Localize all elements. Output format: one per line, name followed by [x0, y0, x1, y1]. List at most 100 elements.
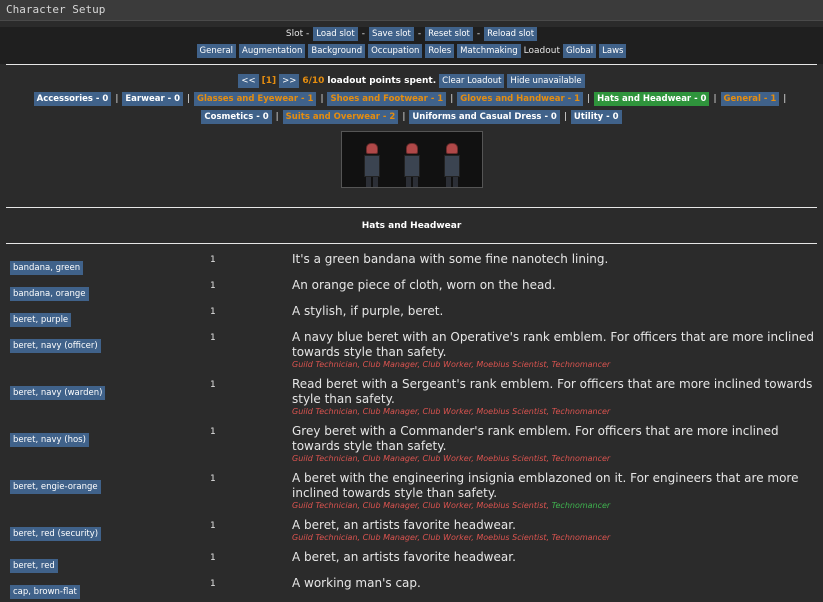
table-row: bandana, green 1 It's a green bandana with… — [10, 252, 822, 278]
item-toggle-button[interactable]: beret, navy (officer) — [10, 339, 101, 353]
table-row: bandana, orange 1 An orange piece of cloth… — [10, 278, 822, 304]
table-row: beret, purple 1 A stylish, if purple, bere… — [10, 304, 822, 330]
item-cost: 1 — [210, 307, 216, 317]
category-bar-2: Cosmetics - 0 | Suits and Overwear - 2 |… — [0, 110, 823, 124]
item-toggle-button[interactable]: beret, red — [10, 559, 58, 573]
tab-augmentation[interactable]: Augmentation — [239, 44, 306, 58]
item-toggle-button[interactable]: beret, navy (hos) — [10, 433, 89, 447]
table-row: beret, navy (warden) 1 Read beret with a S… — [10, 377, 822, 424]
role-tag: Technomancer — [551, 454, 611, 463]
item-toggle-button[interactable]: beret, purple — [10, 313, 72, 327]
table-row: beret, red 1 A beret, an artists favorite … — [10, 550, 822, 576]
character-sprite-front — [358, 143, 386, 187]
item-description: A beret, an artists favorite headwear. — [292, 550, 516, 564]
item-description: A working man's cap. — [292, 576, 421, 590]
item-description-cell: A beret, an artists favorite headwear. — [292, 550, 822, 576]
item-toggle-button[interactable]: beret, red (security) — [10, 527, 102, 541]
category-cosmetics[interactable]: Cosmetics - 0 — [201, 110, 272, 124]
item-role-restrictions: Guild Technician, Club Manager, Club Wor… — [292, 407, 611, 416]
role-tag: Guild Technician — [292, 360, 358, 369]
category-hats[interactable]: Hats and Headwear - 0 — [594, 92, 710, 106]
setup-tabs: General Augmentation Background Occupati… — [0, 44, 823, 58]
role-tag: Guild Technician — [292, 501, 358, 510]
role-tag: Club Manager — [362, 454, 418, 463]
role-tag: Club Worker — [422, 533, 472, 542]
tab-background[interactable]: Background — [308, 44, 366, 58]
tab-roles[interactable]: Roles — [425, 44, 455, 58]
category-general[interactable]: General - 1 — [720, 92, 780, 106]
role-tag: Club Worker — [422, 501, 472, 510]
item-toggle-button[interactable]: bandana, orange — [10, 287, 89, 301]
tab-occupation[interactable]: Occupation — [368, 44, 423, 58]
item-cost: 1 — [210, 380, 216, 390]
section-divider — [6, 243, 817, 244]
item-role-restrictions: Guild Technician, Club Manager, Club Wor… — [292, 454, 611, 463]
tab-global[interactable]: Global — [563, 44, 597, 58]
role-tag: Technomancer — [551, 407, 611, 416]
role-tag: Club Manager — [362, 360, 418, 369]
role-tag: Moebius Scientist — [476, 454, 547, 463]
item-toggle-button[interactable]: beret, navy (warden) — [10, 386, 106, 400]
item-description-cell: Read beret with a Sergeant's rank emblem… — [292, 377, 822, 424]
item-description-cell: A stylish, if purple, beret. — [292, 304, 822, 330]
item-description: A stylish, if purple, beret. — [292, 304, 444, 318]
category-accessories[interactable]: Accessories - 0 — [33, 92, 112, 106]
role-tag: Technomancer — [551, 533, 611, 542]
category-earwear[interactable]: Earwear - 0 — [122, 92, 183, 106]
tab-laws[interactable]: Laws — [599, 44, 627, 58]
table-row: beret, engie-orange 1 A beret with the eng… — [10, 471, 822, 518]
item-cost: 1 — [210, 521, 216, 531]
item-cost: 1 — [210, 333, 216, 343]
prev-page-button[interactable]: << — [238, 74, 259, 88]
category-shoes[interactable]: Shoes and Footwear - 1 — [327, 92, 447, 106]
section-title: Hats and Headwear — [361, 221, 462, 231]
item-description: Grey beret with a Commander's rank emble… — [292, 424, 779, 453]
character-sprite-side — [398, 143, 426, 187]
reset-slot-button[interactable]: Reset slot — [425, 27, 473, 41]
character-setup-panel: Slot - Load slot - Save slot - Reset slo… — [0, 27, 823, 64]
category-glasses[interactable]: Glasses and Eyewear - 1 — [194, 92, 317, 106]
tab-matchmaking[interactable]: Matchmaking — [457, 44, 521, 58]
role-tag: Technomancer — [551, 360, 611, 369]
slot-label: Slot - — [285, 29, 310, 39]
item-description-cell: A navy blue beret with an Operative's ra… — [292, 330, 822, 377]
item-cost: 1 — [210, 553, 216, 563]
role-tag: Club Manager — [362, 533, 418, 542]
role-tag: Moebius Scientist — [476, 360, 547, 369]
item-toggle-button[interactable]: bandana, green — [10, 261, 84, 275]
category-uniforms[interactable]: Uniforms and Casual Dress - 0 — [409, 110, 560, 124]
item-role-restrictions: Guild Technician, Club Manager, Club Wor… — [292, 501, 611, 510]
item-toggle-button[interactable]: cap, brown-flat — [10, 585, 80, 599]
category-gloves[interactable]: Gloves and Handwear - 1 — [457, 92, 584, 106]
load-slot-button[interactable]: Load slot — [313, 27, 358, 41]
role-tag: Club Manager — [362, 407, 418, 416]
role-tag: Moebius Scientist — [476, 533, 547, 542]
clear-loadout-button[interactable]: Clear Loadout — [439, 74, 505, 88]
tab-loadout-current: Loadout — [523, 46, 560, 56]
item-description: An orange piece of cloth, worn on the he… — [292, 278, 556, 292]
loadout-points-bar: << [1] >> 6/10 loadout points spent. Cle… — [0, 74, 823, 88]
item-description: It's a green bandana with some fine nano… — [292, 252, 609, 266]
role-tag: Club Worker — [422, 360, 472, 369]
save-slot-button[interactable]: Save slot — [368, 27, 414, 41]
next-page-button[interactable]: >> — [279, 74, 300, 88]
tab-general[interactable]: General — [196, 44, 237, 58]
category-utility[interactable]: Utility - 0 — [570, 110, 622, 124]
item-description-cell: An orange piece of cloth, worn on the he… — [292, 278, 822, 304]
category-suits[interactable]: Suits and Overwear - 2 — [282, 110, 399, 124]
item-description: A navy blue beret with an Operative's ra… — [292, 330, 814, 359]
role-tag: Club Worker — [422, 407, 472, 416]
reload-slot-button[interactable]: Reload slot — [484, 27, 538, 41]
current-page: [1] — [261, 76, 277, 86]
role-tag: Club Worker — [422, 454, 472, 463]
item-description-cell: It's a green bandana with some fine nano… — [292, 252, 822, 278]
item-toggle-button[interactable]: beret, engie-orange — [10, 480, 101, 494]
hide-unavailable-button[interactable]: Hide unavailable — [507, 74, 585, 88]
item-cost: 1 — [210, 255, 216, 265]
role-tag: Guild Technician — [292, 407, 358, 416]
table-row: beret, navy (officer) 1 A navy blue beret … — [10, 330, 822, 377]
item-cost: 1 — [210, 579, 216, 589]
top-divider — [6, 64, 817, 65]
role-tag: Technomancer — [551, 501, 611, 510]
role-tag: Club Manager — [362, 501, 418, 510]
